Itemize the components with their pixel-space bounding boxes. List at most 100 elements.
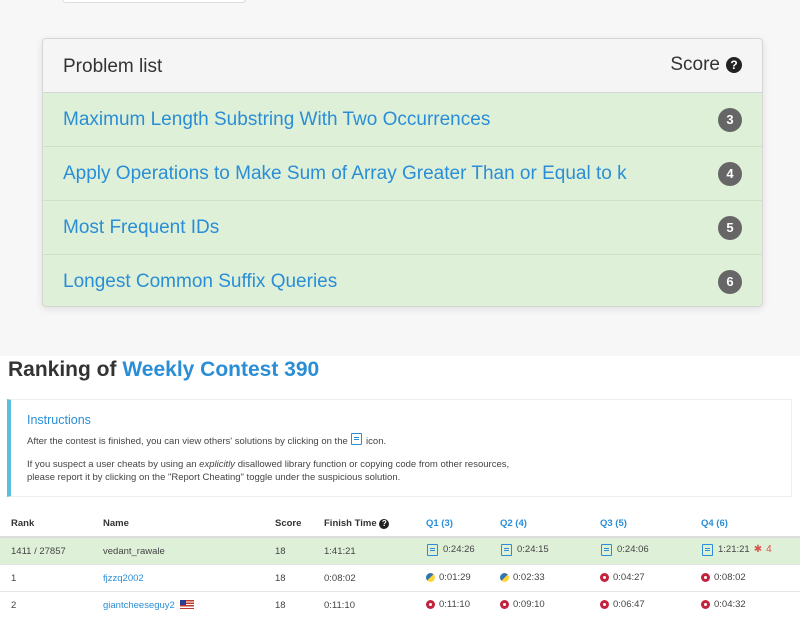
col-name: Name	[103, 511, 275, 538]
solution-doc-icon	[501, 543, 512, 556]
user-link[interactable]: giantcheeseguy2	[103, 600, 175, 611]
problem-score-badge: 3	[718, 108, 742, 132]
problem-list-header: Problem list Score ?	[43, 39, 762, 93]
score-header: Score ?	[670, 54, 742, 76]
solution-doc-icon	[351, 433, 363, 445]
problem-row: Maximum Length Substring With Two Occurr…	[43, 93, 762, 147]
cpp-icon	[500, 599, 509, 609]
problem-row: Longest Common Suffix Queries 6	[43, 255, 762, 306]
q3-solution[interactable]: 0:04:27	[600, 572, 645, 583]
q1-solution[interactable]: 0:01:29	[426, 572, 471, 583]
score-cell: 18	[275, 536, 324, 565]
rank-cell: 1	[0, 564, 103, 592]
question-circle-icon[interactable]: ?	[726, 57, 742, 73]
problem-link[interactable]: Apply Operations to Make Sum of Array Gr…	[63, 163, 627, 185]
solution-doc-icon	[427, 543, 438, 556]
instructions-text: please report it by clicking on the "Rep…	[27, 472, 401, 483]
col-score: Score	[275, 511, 324, 538]
problem-list-panel: Problem list Score ? Maximum Length Subs…	[42, 38, 763, 307]
table-row: 1 fjzzq2002 18 0:08:02 0:01:29 0:02:33 0…	[0, 564, 800, 592]
solution-doc-icon	[702, 543, 713, 556]
us-flag-icon	[179, 599, 194, 609]
q-time: 0:24:15	[517, 544, 549, 555]
q-time: 0:04:32	[714, 598, 746, 610]
col-q1[interactable]: Q1 (3)	[426, 511, 500, 538]
table-header-row: Rank Name Score Finish Time ? Q1 (3) Q2 …	[0, 511, 800, 538]
problem-score-badge: 5	[718, 216, 742, 240]
q2-solution[interactable]: 0:24:15	[500, 543, 549, 556]
problem-row: Apply Operations to Make Sum of Array Gr…	[43, 147, 762, 201]
instructions-emphasis: explicitly	[199, 459, 236, 470]
score-label: Score	[670, 54, 720, 75]
instructions-title: Instructions	[27, 413, 91, 427]
instructions-text: After the contest is finished, you can v…	[27, 436, 348, 447]
q-time: 0:02:33	[513, 571, 545, 583]
q4-solution[interactable]: 0:04:32	[701, 599, 746, 610]
q2-solution[interactable]: 0:02:33	[500, 572, 545, 583]
cpp-icon	[701, 599, 710, 609]
q-time: 0:01:29	[439, 571, 471, 583]
python-icon	[426, 572, 435, 582]
cpp-icon	[600, 572, 609, 582]
score-cell: 18	[275, 564, 324, 592]
problem-score-badge: 4	[718, 162, 742, 186]
table-row: 1411 / 27857 vedant_rawale 18 1:41:21 0:…	[0, 536, 800, 565]
table-row: 2 giantcheeseguy2 18 0:11:10 0:11:10 0:0…	[0, 591, 800, 618]
cpp-icon	[600, 599, 609, 609]
q-time: 0:09:10	[513, 598, 545, 610]
name-cell: vedant_rawale	[103, 536, 275, 565]
problem-score-badge: 6	[718, 270, 742, 294]
solution-doc-icon	[601, 543, 612, 556]
col-q2[interactable]: Q2 (4)	[500, 511, 600, 538]
ranking-table: Rank Name Score Finish Time ? Q1 (3) Q2 …	[0, 511, 800, 618]
question-circle-icon[interactable]: ?	[379, 519, 390, 529]
instructions-text: icon.	[366, 436, 387, 447]
rank-cell: 2	[0, 591, 103, 618]
ranking-title-prefix: Ranking of	[8, 358, 117, 381]
problem-link[interactable]: Most Frequent IDs	[63, 217, 219, 239]
col-q4[interactable]: Q4 (6)	[701, 511, 800, 538]
q1-solution[interactable]: 0:24:26	[426, 543, 475, 556]
q-time: 1:21:21	[718, 544, 750, 555]
q-time: 0:06:47	[613, 598, 645, 610]
instructions-text: If you suspect a user cheats by using an	[27, 459, 197, 470]
bug-icon: ✱	[753, 544, 763, 555]
q4-solution[interactable]: 1:21:21 ✱ 4	[701, 543, 772, 556]
problem-link[interactable]: Longest Common Suffix Queries	[63, 271, 337, 293]
q4-solution[interactable]: 0:08:02	[701, 572, 746, 583]
ranking-title: Ranking of Weekly Contest 390	[8, 358, 319, 382]
cpp-icon	[426, 599, 435, 609]
q-time: 0:24:06	[617, 544, 649, 555]
finish-cell: 0:11:10	[324, 591, 426, 618]
cpp-icon	[701, 572, 710, 582]
contest-name-link[interactable]: Weekly Contest 390	[122, 358, 319, 381]
col-rank: Rank	[0, 511, 103, 538]
python-icon	[500, 572, 509, 582]
finish-cell: 1:41:21	[324, 536, 426, 565]
rank-cell: 1411 / 27857	[0, 536, 103, 565]
q-time: 0:04:27	[613, 571, 645, 583]
q3-solution[interactable]: 0:24:06	[600, 543, 649, 556]
instructions-paragraph-1: After the contest is finished, you can v…	[27, 433, 386, 447]
instructions-paragraph-2: If you suspect a user cheats by using an…	[27, 458, 509, 484]
problem-link[interactable]: Maximum Length Substring With Two Occurr…	[63, 109, 490, 131]
problem-section: Problem list Score ? Maximum Length Subs…	[0, 0, 800, 356]
q2-solution[interactable]: 0:09:10	[500, 599, 545, 610]
score-cell: 18	[275, 591, 324, 618]
q-time: 0:24:26	[443, 544, 475, 555]
finish-cell: 0:08:02	[324, 564, 426, 592]
q-time: 0:08:02	[714, 571, 746, 583]
q-time: 0:11:10	[439, 598, 470, 610]
q1-solution[interactable]: 0:11:10	[426, 599, 470, 610]
instructions-box: Instructions After the contest is finish…	[7, 399, 792, 497]
problem-list-title: Problem list	[63, 56, 163, 77]
instructions-text: disallowed library function or copying c…	[237, 459, 510, 470]
top-tab-remnant	[62, 0, 246, 3]
q3-solution[interactable]: 0:06:47	[600, 599, 645, 610]
col-finish-time: Finish Time ?	[324, 511, 426, 538]
col-finish-time-label: Finish Time	[324, 518, 377, 529]
user-link[interactable]: fjzzq2002	[103, 573, 144, 584]
problem-row: Most Frequent IDs 5	[43, 201, 762, 255]
col-q3[interactable]: Q3 (5)	[600, 511, 701, 538]
penalty-count: 4	[766, 544, 772, 555]
